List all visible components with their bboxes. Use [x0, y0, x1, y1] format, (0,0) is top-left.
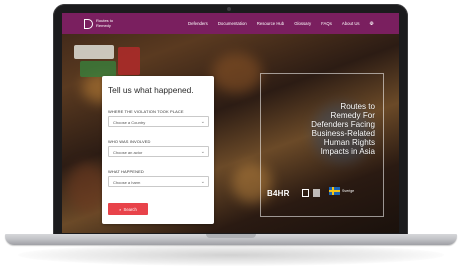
laptop-screen: Routes to Remedy Defenders Documentation… [62, 13, 399, 233]
b4hr-logo: B4HR [267, 189, 290, 198]
hero-title: Routes to Remedy For Defenders Facing Bu… [265, 102, 375, 156]
partner-logo [313, 189, 320, 197]
logo-mark-icon [84, 18, 93, 29]
laptop-shadow [18, 244, 444, 266]
field-label-location: WHERE THE VIOLATION TOOK PLACE [108, 109, 184, 114]
partner-logos: B4HR Sverige [261, 181, 385, 207]
harm-select-value: Choose a harm [113, 180, 141, 185]
site-logo[interactable]: Routes to Remedy [84, 18, 118, 29]
search-button[interactable]: ⌕ Search [108, 203, 148, 215]
actor-select[interactable]: Choose an actor ⌄ [108, 146, 209, 157]
chevron-down-icon: ⌄ [200, 149, 205, 155]
laptop-notch [206, 234, 256, 238]
country-select-value: Choose a Country [113, 120, 146, 125]
hero-title-line: Impacts in Asia [320, 147, 375, 156]
nav-item-about-us[interactable]: About Us [342, 21, 360, 26]
swedish-flag-icon [329, 187, 340, 195]
hero-title-line: Defenders Facing [311, 120, 375, 129]
nav-item-defenders[interactable]: Defenders [188, 21, 208, 26]
nav-item-faqs[interactable]: FAQs [321, 21, 332, 26]
country-select[interactable]: Choose a Country ⌄ [108, 116, 209, 127]
hero-title-line: Business-Related [311, 129, 375, 138]
search-button-label: Search [123, 206, 137, 212]
hero-title-line: Remedy For [330, 111, 375, 120]
nav-item-glossary[interactable]: Glossary [294, 21, 311, 26]
search-icon: ⌕ [119, 206, 122, 212]
webcam [227, 7, 231, 11]
field-label-harm: WHAT HAPPENED [108, 169, 144, 174]
nav-item-resource-hub[interactable]: Resource Hub [257, 21, 284, 26]
actor-select-value: Choose an actor [113, 150, 143, 155]
background-light [67, 163, 107, 213]
field-label-actor: WHO WAS INVOLVED [108, 139, 151, 144]
street-sign [74, 45, 114, 59]
logo-text: Routes to Remedy [96, 18, 114, 28]
background-light [212, 53, 262, 93]
hero-title-line: Human Rights [323, 138, 375, 147]
top-navbar: Routes to Remedy Defenders Documentation… [62, 13, 399, 34]
nav-item-documentation[interactable]: Documentation [218, 21, 247, 26]
form-title: Tell us what happened. [108, 85, 194, 95]
chevron-down-icon: ⌄ [200, 119, 205, 125]
partner-logo [302, 189, 309, 197]
chevron-down-icon: ⌄ [200, 179, 205, 185]
laptop-base [5, 234, 457, 245]
street-sign [118, 47, 140, 75]
harm-select[interactable]: Choose a harm ⌄ [108, 176, 209, 187]
search-form-card: Tell us what happened. WHERE THE VIOLATI… [102, 76, 214, 224]
hero-title-line: Routes to [340, 102, 375, 111]
sverige-text: Sverige [342, 189, 355, 193]
sverige-logo: Sverige [329, 187, 354, 195]
street-sign [80, 61, 116, 77]
main-nav: Defenders Documentation Resource Hub Glo… [188, 21, 374, 27]
globe-icon[interactable]: 🌐︎ [370, 21, 374, 27]
hero-panel: Routes to Remedy For Defenders Facing Bu… [260, 73, 384, 217]
